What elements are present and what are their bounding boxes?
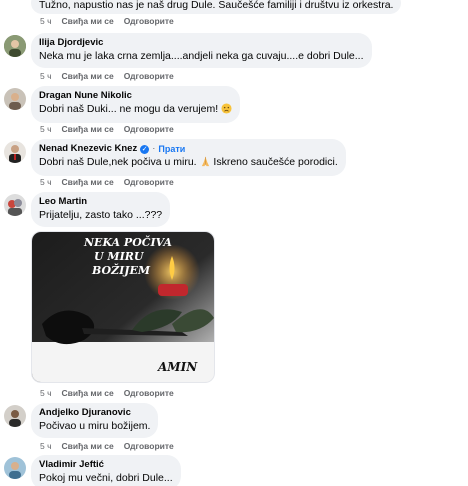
- comment-actions: 5 ч Свиђа ми се Одговорите: [40, 388, 174, 398]
- comment-text: Tužno, napustio nas je naš drug Dule. Sa…: [39, 0, 394, 11]
- avatar-image: [4, 141, 26, 163]
- like-button[interactable]: Свиђа ми се: [62, 177, 114, 187]
- reply-button[interactable]: Одговорите: [124, 71, 174, 81]
- avatar[interactable]: [4, 35, 26, 57]
- reply-button[interactable]: Одговорите: [124, 124, 174, 134]
- reply-button[interactable]: Одговорите: [124, 388, 174, 398]
- avatar-image: [4, 35, 26, 57]
- photo-caption-2: U MIRU: [94, 250, 144, 263]
- like-button[interactable]: Свиђа ми се: [62, 441, 114, 451]
- avatar[interactable]: [4, 405, 26, 427]
- like-button[interactable]: Свиђа ми се: [62, 16, 114, 26]
- comment-actions: 5 ч Свиђа ми се Одговорите: [40, 16, 174, 26]
- comment-bubble: Ilija Djordjevic Neka mu je laka crna ze…: [31, 33, 372, 68]
- comment-bubble: Leo Martin Prijatelju, zasto tako ...???: [31, 192, 171, 227]
- comment-bubble: Dragan Nune Nikolic Dobri naš Duki... ne…: [31, 86, 241, 123]
- comment-actions: 5 ч Свиђа ми се Одговорите: [40, 177, 174, 187]
- comment-bubble: Nenad Knezevic Knez ✓ · Прати Dobri naš …: [31, 139, 346, 176]
- comment-author[interactable]: Ilija Djordjevic: [39, 37, 364, 49]
- comment-actions: 5 ч Свиђа ми се Одговорите: [40, 71, 174, 81]
- comment-author[interactable]: Vladimir Jeftić: [39, 459, 173, 471]
- comment-author: Nenad Knezevic Knez ✓ · Прати: [39, 143, 338, 155]
- comment-text-body: Dobri naš Duki... ne mogu da verujem!: [39, 103, 219, 115]
- comment-time[interactable]: 5 ч: [40, 71, 52, 81]
- comment-time[interactable]: 5 ч: [40, 441, 52, 451]
- avatar[interactable]: [4, 194, 26, 216]
- avatar-image: [4, 194, 26, 216]
- comment-text: Pokoj mu večni, dobri Dule...: [39, 472, 173, 484]
- comment-time[interactable]: 5 ч: [40, 16, 52, 26]
- avatar-image: [4, 457, 26, 479]
- separator-dot: ·: [152, 143, 156, 154]
- comment-text: Dobri naš Dule,nek počiva u miru. Iskren…: [39, 155, 338, 171]
- comment-author[interactable]: Dragan Nune Nikolic: [39, 90, 232, 102]
- verified-badge-icon: ✓: [140, 144, 150, 154]
- comment-author[interactable]: Leo Martin: [39, 196, 162, 208]
- comment-author[interactable]: Andjelko Djuranovic: [39, 407, 150, 419]
- reply-button[interactable]: Одговорите: [124, 441, 174, 451]
- avatar[interactable]: [4, 457, 26, 479]
- photo-footer: AMIN: [158, 360, 198, 374]
- like-button[interactable]: Свиђа ми се: [62, 388, 114, 398]
- comment-photo[interactable]: NEKA POČIVA U MIRU BOŽIJEM AMIN: [31, 231, 215, 383]
- avatar-image: [4, 88, 26, 110]
- comment-text: Počivao u miru božijem.: [39, 420, 151, 432]
- comment-actions: 5 ч Свиђа ми се Одговорите: [40, 124, 174, 134]
- comment-text: Prijatelju, zasto tako ...???: [39, 209, 163, 221]
- avatar-image: [4, 405, 26, 427]
- comment-text: Neka mu je laka crna zemlja....andjeli n…: [39, 50, 364, 62]
- comment-bubble: Vladimir Jeftić Pokoj mu večni, dobri Du…: [31, 455, 181, 486]
- comment-text-body-2: Iskreno saučešće porodici.: [213, 156, 338, 168]
- follow-button[interactable]: Прати: [158, 143, 185, 155]
- sad-emoji-icon: [221, 103, 232, 118]
- avatar[interactable]: [4, 88, 26, 110]
- like-button[interactable]: Свиђа ми се: [62, 71, 114, 81]
- comment-time[interactable]: 5 ч: [40, 124, 52, 134]
- comment-time[interactable]: 5 ч: [40, 388, 52, 398]
- comment-bubble: Tužno, napustio nas je naš drug Dule. Sa…: [31, 0, 402, 14]
- comment-bubble: Andjelko Djuranovic Počivao u miru božij…: [31, 403, 159, 438]
- praying-hands-icon: [200, 156, 211, 171]
- comment-text-body: Dobri naš Dule,nek počiva u miru.: [39, 156, 197, 168]
- photo-caption-1: NEKA POČIVA: [84, 236, 172, 249]
- comment-time[interactable]: 5 ч: [40, 177, 52, 187]
- like-button[interactable]: Свиђа ми се: [62, 124, 114, 134]
- photo-caption-3: BOŽIJEM: [92, 264, 151, 277]
- reply-button[interactable]: Одговорите: [124, 16, 174, 26]
- comment-text: Dobri naš Duki... ne mogu da verujem!: [39, 102, 232, 118]
- reply-button[interactable]: Одговорите: [124, 177, 174, 187]
- comment-actions: 5 ч Свиђа ми се Одговорите: [40, 441, 174, 451]
- avatar[interactable]: [4, 141, 26, 163]
- comment-author-name[interactable]: Nenad Knezevic Knez: [39, 143, 137, 155]
